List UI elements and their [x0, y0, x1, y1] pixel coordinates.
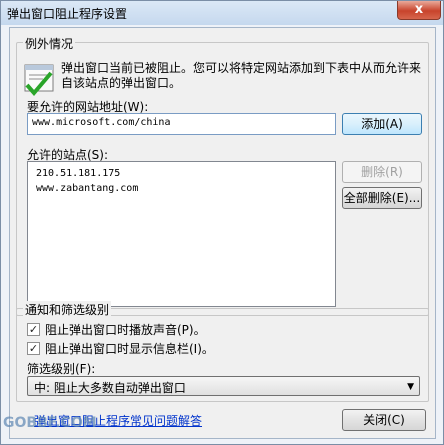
title-bar[interactable]: 弹出窗口阻止程序设置 x: [1, 1, 443, 25]
show-infobar-label[interactable]: 阻止弹出窗口时显示信息栏(I)。: [45, 340, 214, 357]
exceptions-group: 例外情况 弹出窗口当前已被阻止。您可以将特定网站添加到下表中从而允许来自该站点的…: [16, 35, 429, 316]
remove-all-button[interactable]: 全部删除(E)...: [342, 187, 422, 209]
dialog-client-area: 例外情况 弹出窗口当前已被阻止。您可以将特定网站添加到下表中从而允许来自该站点的…: [9, 27, 436, 439]
website-address-input[interactable]: www.microsoft.com/china: [27, 113, 336, 135]
exceptions-description: 弹出窗口当前已被阻止。您可以将特定网站添加到下表中从而允许来自该站点的弹出窗口。: [61, 61, 422, 90]
notifications-group: 通知和筛选级别 ✓ 阻止弹出窗口时播放声音(P)。 ✓ 阻止弹出窗口时显示信息栏…: [16, 301, 429, 402]
remove-button[interactable]: 删除(R): [342, 161, 422, 183]
dropdown-arrow-icon: ▼: [407, 382, 414, 392]
add-button[interactable]: 添加(A): [342, 113, 422, 135]
window-close-button[interactable]: x: [397, 1, 441, 20]
filter-level-value: 中: 阻止大多数自动弹出窗口: [34, 381, 186, 395]
play-sound-label[interactable]: 阻止弹出窗口时播放声音(P)。: [45, 321, 206, 338]
show-infobar-checkbox[interactable]: ✓: [27, 342, 40, 355]
notifications-legend: 通知和筛选级别: [23, 301, 112, 318]
popup-blocked-icon: [24, 64, 54, 97]
allowed-sites-list[interactable]: 210.51.181.175 www.zabantang.com: [27, 161, 336, 307]
list-item[interactable]: 210.51.181.175: [36, 166, 327, 181]
popup-blocker-settings-window: 弹出窗口阻止程序设置 x 例外情况 弹出窗口当前已被阻止。您可以将特定网站添加到…: [0, 0, 444, 445]
filter-level-label: 筛选级别(F):: [27, 362, 96, 376]
watermark-logo: GOBBF.COM: [3, 415, 97, 431]
list-item[interactable]: www.zabantang.com: [36, 181, 327, 196]
play-sound-checkbox[interactable]: ✓: [27, 323, 40, 336]
exceptions-legend: 例外情况: [23, 35, 76, 52]
window-title: 弹出窗口阻止程序设置: [7, 7, 128, 21]
filter-level-select[interactable]: 中: 阻止大多数自动弹出窗口 ▼: [27, 376, 420, 396]
close-button[interactable]: 关闭(C): [342, 409, 426, 431]
